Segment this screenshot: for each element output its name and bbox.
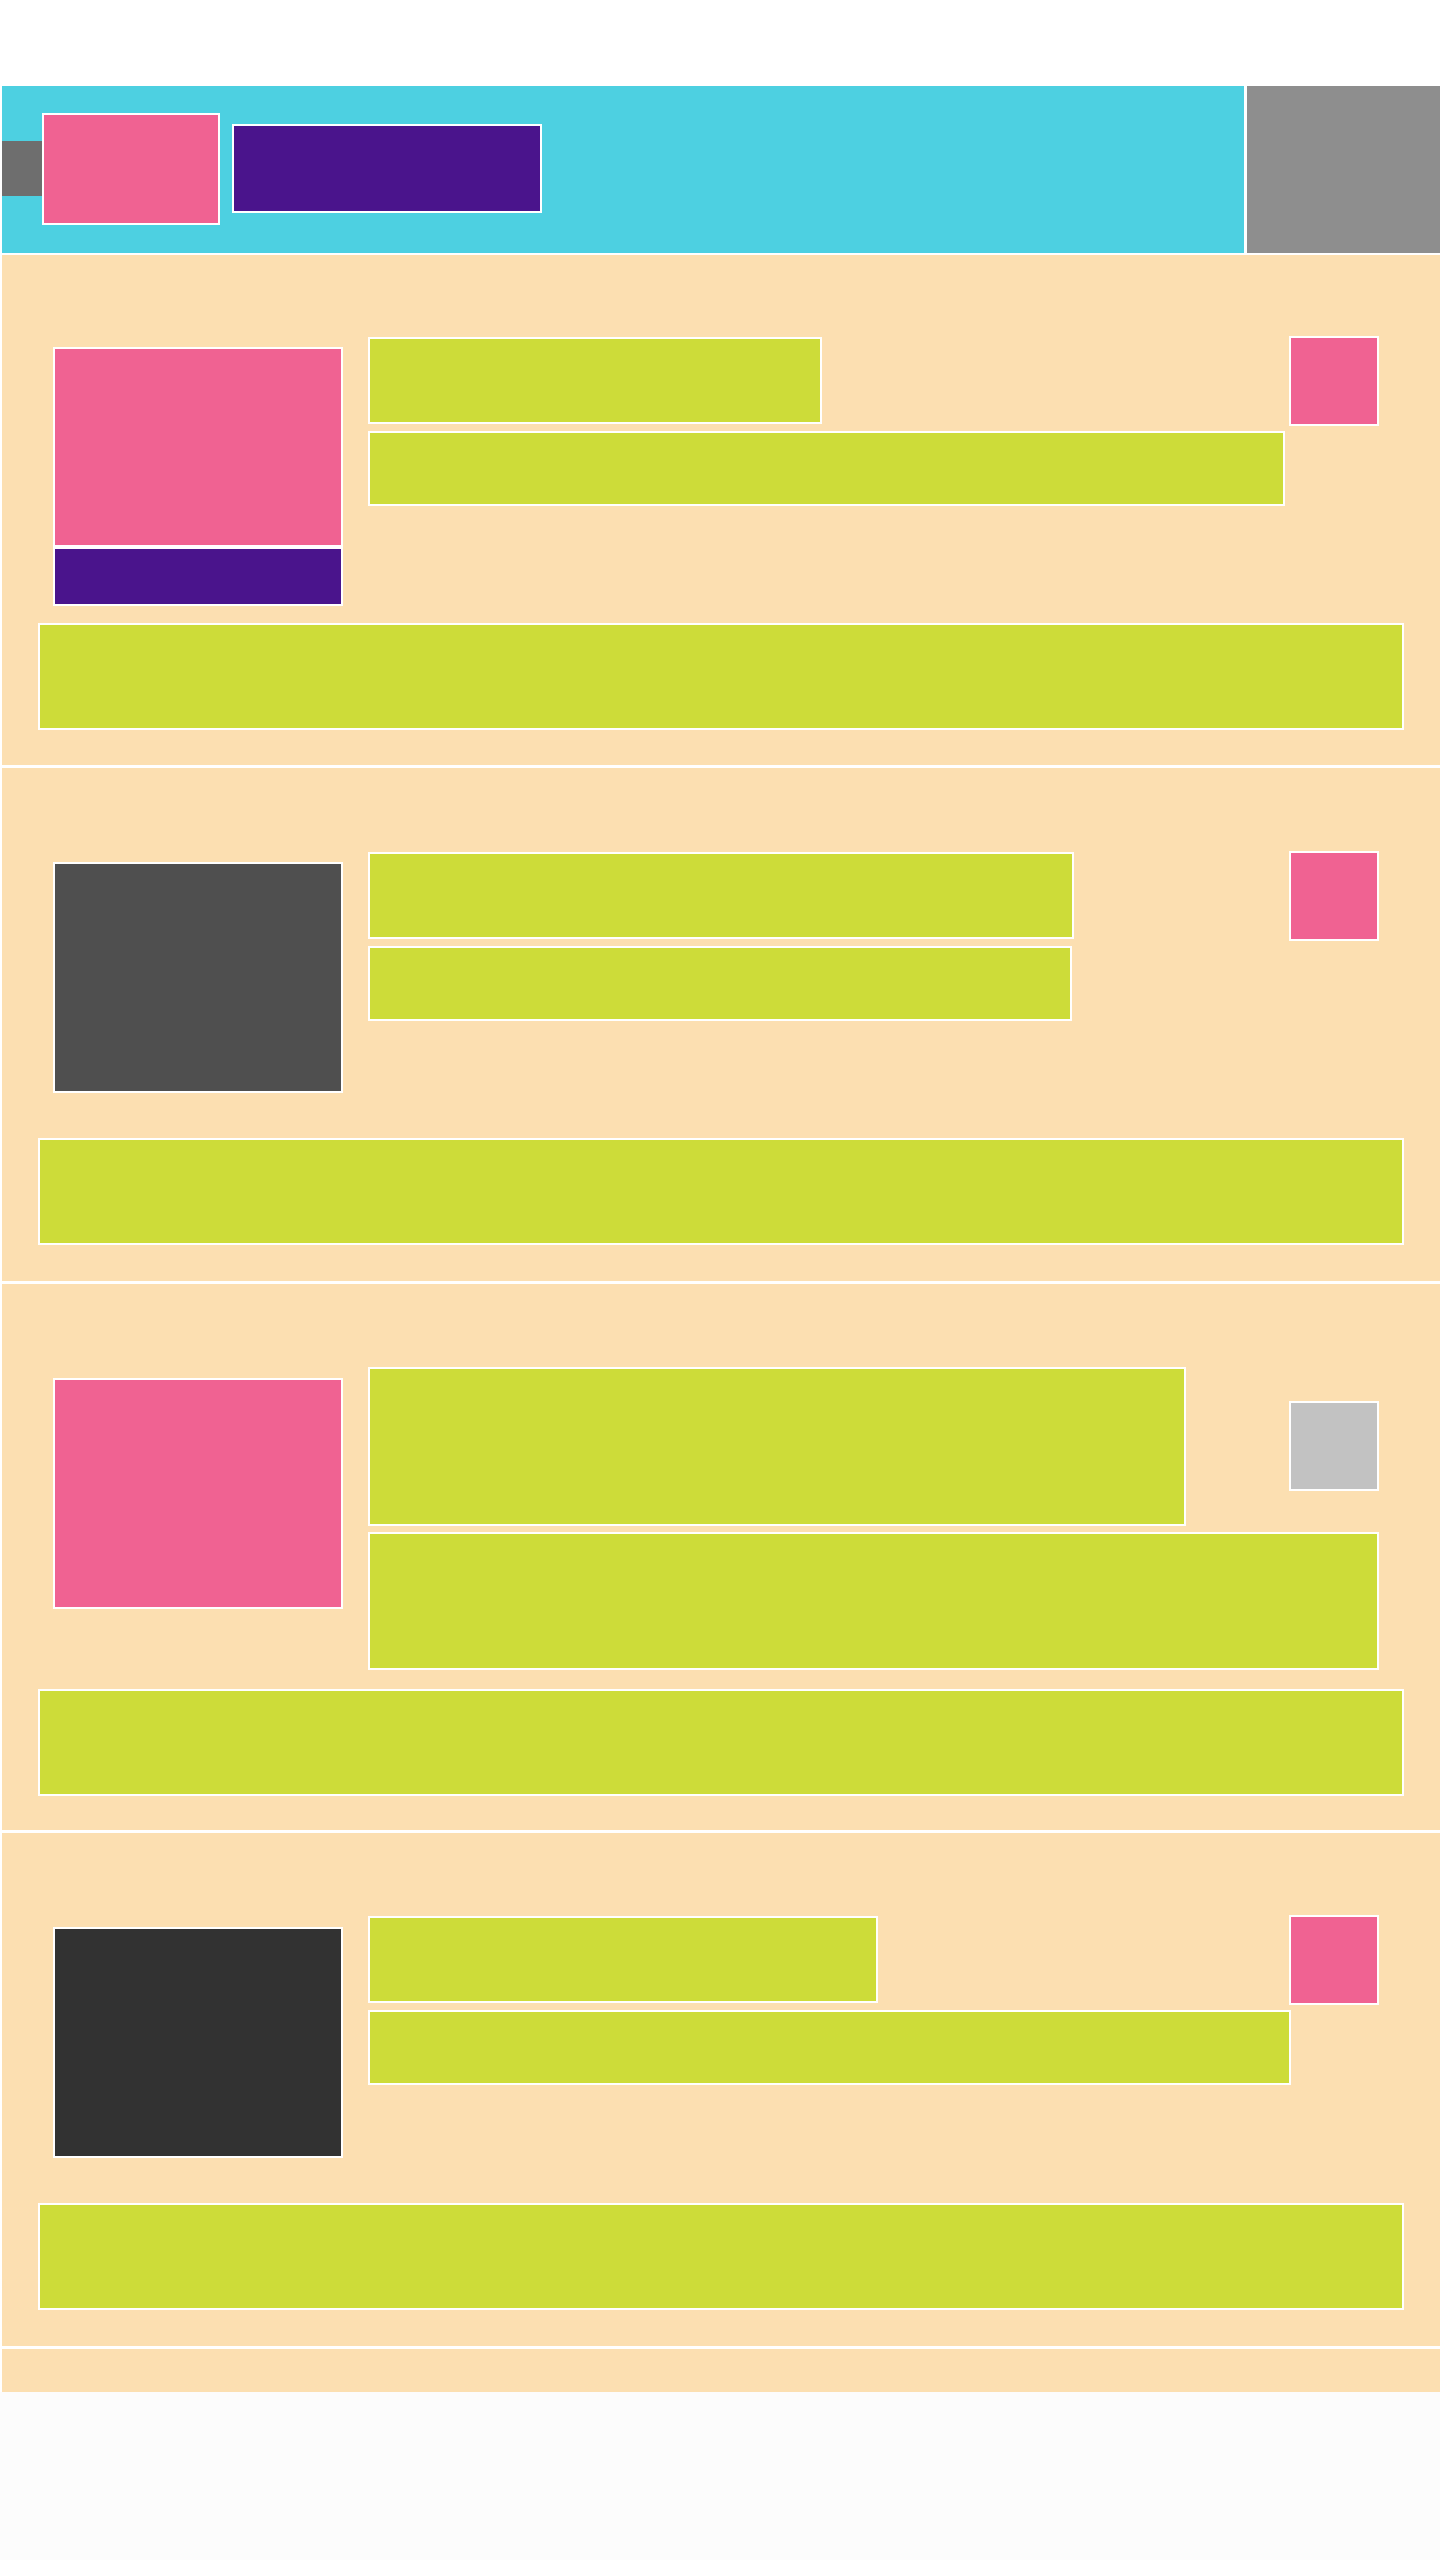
item-action-button[interactable] [38, 1689, 1404, 1796]
empty-area [0, 2392, 1440, 2560]
favorite-icon[interactable] [1289, 1915, 1379, 2005]
favorite-icon[interactable] [1289, 851, 1379, 941]
item-subtitle [368, 1532, 1379, 1670]
overflow-menu-icon[interactable] [1247, 86, 1440, 253]
item-thumbnail-caption [53, 547, 343, 606]
item-subtitle [368, 431, 1285, 506]
item-action-button[interactable] [38, 1138, 1404, 1245]
item-title [368, 1367, 1186, 1526]
item-title [368, 337, 822, 424]
item-action-button[interactable] [38, 623, 1404, 730]
item-thumbnail[interactable] [53, 347, 343, 547]
item-subtitle [368, 946, 1072, 1021]
item-thumbnail[interactable] [53, 862, 343, 1093]
toolbar-title [232, 124, 542, 213]
favorite-icon[interactable] [1289, 1401, 1379, 1491]
logo-icon[interactable] [42, 113, 220, 225]
item-action-button[interactable] [38, 2203, 1404, 2310]
list-item-partial[interactable] [2, 2349, 1440, 2392]
favorite-icon[interactable] [1289, 336, 1379, 426]
back-arrow-icon[interactable] [2, 141, 44, 196]
item-thumbnail[interactable] [53, 1927, 343, 2158]
item-title [368, 1916, 878, 2003]
item-subtitle [368, 2010, 1291, 2085]
item-title [368, 852, 1074, 939]
item-thumbnail[interactable] [53, 1378, 343, 1609]
